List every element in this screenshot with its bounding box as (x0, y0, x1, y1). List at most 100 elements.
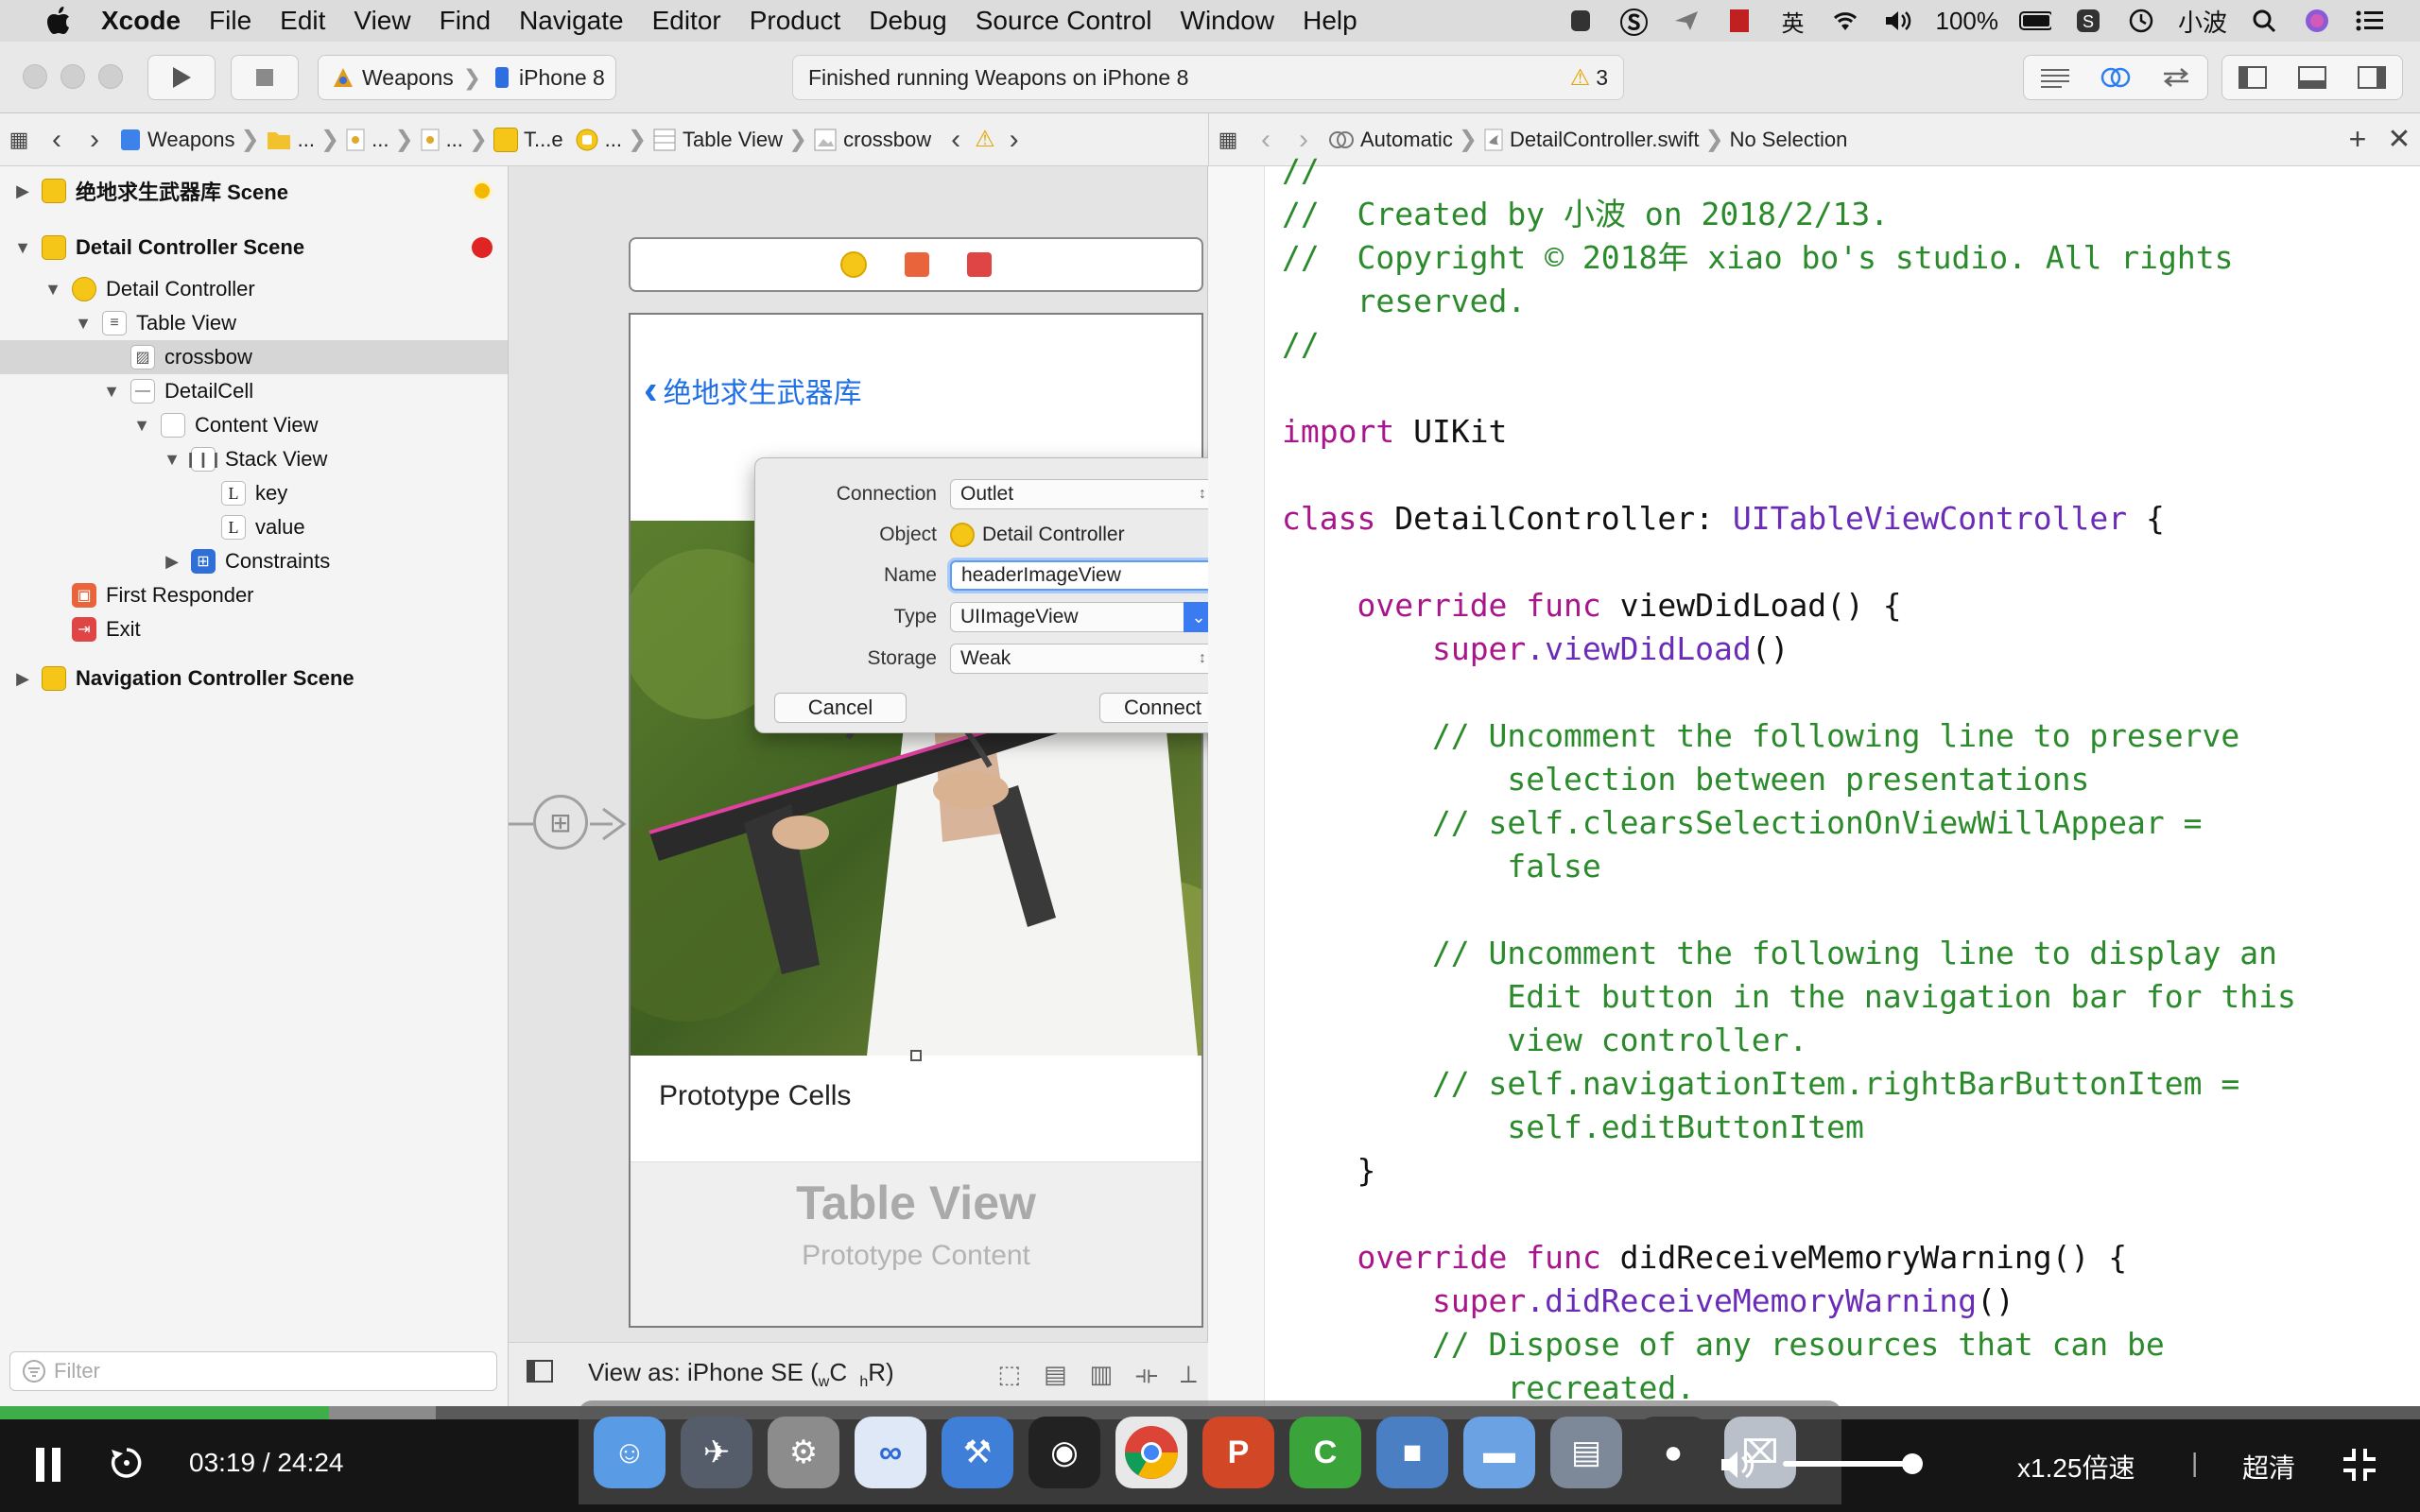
outline-row-constraints[interactable]: ▶ ⊞ Constraints (0, 544, 508, 578)
close-editor-icon[interactable]: ✕ (2378, 123, 2420, 156)
send-icon[interactable] (1670, 7, 1703, 35)
storage-select[interactable]: Weak ↕ (950, 644, 1215, 674)
view-controller-icon[interactable] (840, 251, 867, 278)
forward-arrow-icon[interactable]: › (76, 124, 113, 156)
utilities-panel-icon[interactable] (2342, 65, 2402, 90)
run-button[interactable] (147, 55, 216, 100)
disclosure-down-icon[interactable]: ▼ (102, 382, 121, 402)
system-preferences-icon[interactable]: ⚙ (768, 1417, 839, 1488)
evernote-icon[interactable] (1564, 7, 1597, 35)
version-editor-icon[interactable] (2146, 66, 2206, 89)
code-line[interactable]: view controller. (1282, 1019, 2296, 1062)
code-line[interactable] (1282, 671, 2296, 714)
finder-icon[interactable]: ☺ (594, 1417, 666, 1488)
assistant-mode[interactable]: Automatic (1322, 128, 1459, 152)
record-icon[interactable] (1723, 7, 1755, 35)
code-line[interactable]: reserved. (1282, 280, 2296, 323)
code-line[interactable]: false (1282, 845, 2296, 888)
recorder-icon[interactable]: ● (1637, 1417, 1709, 1488)
code-line[interactable]: super.viewDidLoad() (1282, 627, 2296, 671)
cancel-button[interactable]: Cancel (774, 693, 907, 723)
menu-help[interactable]: Help (1288, 0, 1372, 42)
pause-button[interactable] (34, 1446, 62, 1490)
resizing-behavior-icon[interactable]: ⟂ (1181, 1360, 1197, 1390)
menu-source-control[interactable]: Source Control (961, 0, 1167, 42)
jump-item-table-view[interactable]: Table View (647, 128, 788, 152)
outline-filter-field[interactable]: Filter (9, 1351, 497, 1391)
outline-row-exit[interactable]: ⇥ Exit (0, 612, 508, 646)
code-line[interactable]: // Uncomment the following line to prese… (1282, 714, 2296, 758)
wifi-icon[interactable] (1829, 7, 1861, 35)
source-code[interactable]: // // Created by 小波 on 2018/2/13. // Copyr… (1282, 149, 2296, 1410)
code-line[interactable]: override func didReceiveMemoryWarning() … (1282, 1236, 2296, 1280)
outline-row-content-view[interactable]: ▼ Content View (0, 408, 508, 442)
code-line[interactable]: // self.clearsSelectionOnViewWillAppear … (1282, 801, 2296, 845)
code-line[interactable]: // (1282, 149, 2296, 193)
volume-icon[interactable] (1882, 7, 1914, 35)
code-line[interactable] (1282, 888, 2296, 932)
window-minimize-button[interactable] (60, 64, 85, 89)
code-line[interactable]: Edit button in the navigation bar for th… (1282, 975, 2295, 1019)
apple-menu-icon[interactable] (30, 0, 87, 42)
menu-user-name[interactable]: 小波 (2178, 4, 2227, 39)
debug-panel-icon[interactable] (2282, 65, 2342, 90)
editor-gutter[interactable] (1208, 166, 1265, 1406)
related-items-icon[interactable]: ▦ (0, 128, 38, 152)
exit-icon[interactable] (967, 252, 992, 277)
embed-in-stack-icon[interactable]: ⬚ (997, 1360, 1021, 1390)
first-responder-icon[interactable] (905, 252, 929, 277)
disclosure-down-icon[interactable]: ▼ (13, 238, 32, 258)
input-method-indicator[interactable]: 英 (1776, 7, 1808, 37)
code-line[interactable] (1282, 1193, 2296, 1236)
warning-indicator[interactable]: ⚠ 3 (1570, 64, 1608, 92)
back-arrow-icon[interactable]: ‹ (38, 124, 76, 156)
disclosure-right-icon[interactable]: ▶ (13, 181, 32, 201)
standard-editor-icon[interactable] (2025, 66, 2085, 89)
chrome-icon[interactable] (1115, 1417, 1187, 1488)
back-arrow-icon[interactable]: ‹ (1247, 124, 1285, 156)
window-close-button[interactable] (23, 64, 47, 89)
outline-row-scene-1[interactable]: ▶ 绝地求生武器库 Scene (0, 174, 508, 208)
menu-find[interactable]: Find (425, 0, 505, 42)
warning-badge-icon[interactable] (472, 180, 493, 201)
code-line[interactable]: // Uncomment the following line to displ… (1282, 932, 2296, 975)
code-line[interactable]: import UIKit (1282, 410, 2296, 454)
code-line[interactable]: override func viewDidLoad() { (1282, 584, 2296, 627)
outline-row-scene-2[interactable]: ▼ Detail Controller Scene (0, 231, 508, 265)
assistant-code-editor[interactable]: // // Created by 小波 on 2018/2/13. // Copyr… (1208, 152, 2420, 1406)
jump-item-file-2[interactable]: ... (414, 128, 469, 152)
siri-icon[interactable] (2301, 7, 2333, 35)
code-line[interactable]: // self.navigationItem.rightBarButtonIte… (1282, 1062, 2296, 1106)
disclosure-down-icon[interactable]: ▼ (43, 280, 62, 300)
view-as-device-button[interactable]: View as: iPhone SE (wC hR) (588, 1358, 894, 1391)
s-app-icon-2[interactable]: S (2072, 7, 2104, 35)
jump-item-swift-file[interactable]: DetailController.swift (1478, 128, 1705, 152)
replay-button[interactable] (108, 1444, 146, 1488)
menu-file[interactable]: File (195, 0, 266, 42)
code-line[interactable] (1282, 367, 2296, 410)
scheme-selector[interactable]: Weapons ❯ iPhone 8 (318, 55, 616, 100)
outline-row-value[interactable]: L value (0, 510, 508, 544)
code-line[interactable]: } (1282, 1149, 2296, 1193)
outline-row-detail-cell[interactable]: ▼ — DetailCell (0, 374, 508, 408)
jump-item-file[interactable]: ... (339, 128, 394, 152)
code-line[interactable] (1282, 454, 2296, 497)
code-line[interactable]: class DetailController: UITableViewContr… (1282, 497, 2296, 541)
launchpad-icon[interactable]: ✈ (681, 1417, 752, 1488)
code-line[interactable]: self.editButtonItem (1282, 1106, 2296, 1149)
window-zoom-button[interactable] (98, 64, 123, 89)
menu-window[interactable]: Window (1167, 0, 1289, 42)
outline-row-crossbow[interactable]: ▨ crossbow (0, 340, 508, 374)
folder-icon[interactable]: ▬ (1463, 1417, 1535, 1488)
code-line[interactable]: selection between presentations (1282, 758, 2296, 801)
menu-product[interactable]: Product (735, 0, 856, 42)
outline-row-detail-controller[interactable]: ▼ Detail Controller (0, 272, 508, 306)
volume-button[interactable] (1719, 1446, 1756, 1490)
exit-fullscreen-button[interactable] (2341, 1446, 2378, 1490)
add-editor-icon[interactable]: + (2337, 122, 2378, 157)
previous-issue-icon[interactable]: ‹ (937, 124, 975, 156)
code-line[interactable]: // Dispose of any resources that can be (1282, 1323, 2296, 1366)
quality-button[interactable]: 超清 (2242, 1448, 2295, 1486)
disclosure-right-icon[interactable]: ▶ (13, 669, 32, 689)
next-issue-icon[interactable]: › (995, 124, 1033, 156)
